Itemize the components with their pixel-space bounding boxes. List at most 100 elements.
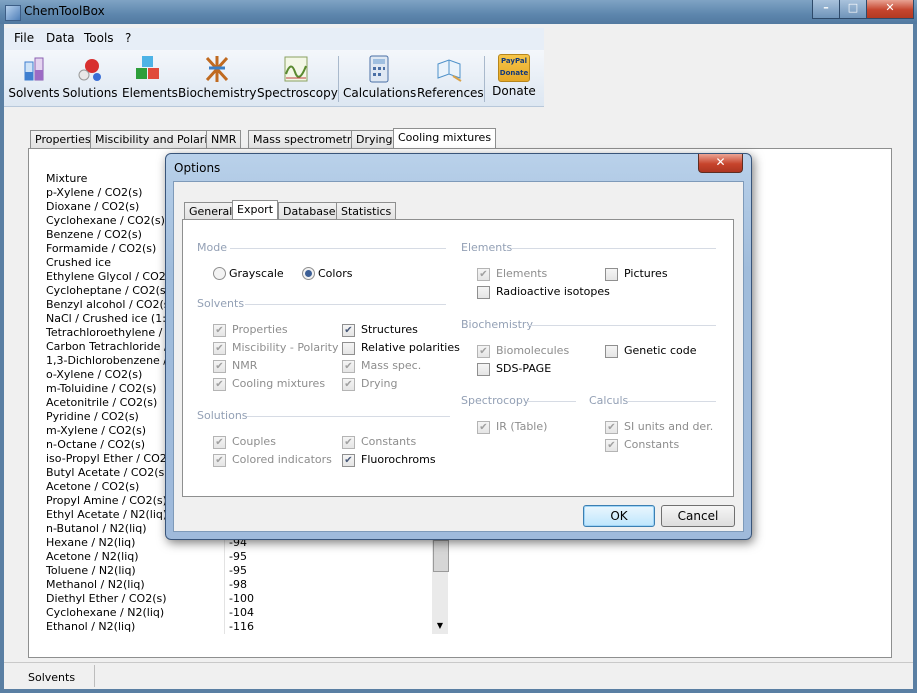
table-row[interactable]: Cyclohexane / CO2(s): [46, 214, 165, 227]
checkbox-elements[interactable]: ✔: [477, 268, 490, 281]
checkbox-structures[interactable]: ✔: [342, 324, 355, 337]
menu-tools[interactable]: Tools: [84, 31, 114, 45]
dialog-tab-export[interactable]: Export: [232, 200, 279, 221]
checkbox-pictures[interactable]: [605, 268, 618, 281]
radio-colors[interactable]: [302, 267, 315, 280]
tab-cooling-mixtures[interactable]: Cooling mixtures: [393, 128, 497, 150]
checkbox-properties[interactable]: ✔: [213, 324, 226, 337]
dialog-tab-general[interactable]: General: [184, 202, 238, 220]
table-row[interactable]: Toluene / N2(liq): [46, 564, 136, 577]
checkbox-constants[interactable]: ✔: [605, 439, 618, 452]
checkbox-mass-spec-[interactable]: ✔: [342, 360, 355, 373]
table-row[interactable]: Acetone / CO2(s): [46, 480, 139, 493]
table-row[interactable]: Propyl Amine / CO2(s): [46, 494, 167, 507]
option-label[interactable]: Constants: [361, 435, 416, 448]
table-row[interactable]: Benzyl alcohol / CO2(s): [46, 298, 174, 311]
toolbar-button-calculations[interactable]: Calculations: [343, 54, 416, 100]
menu-file[interactable]: File: [14, 31, 34, 45]
checkbox-sds-page[interactable]: [477, 363, 490, 376]
option-label[interactable]: Cooling mixtures: [232, 377, 325, 390]
checkbox-ir-table-[interactable]: ✔: [477, 421, 490, 434]
checkbox-si-units-and-der-[interactable]: ✔: [605, 421, 618, 434]
option-label[interactable]: NMR: [232, 359, 257, 372]
checkbox-nmr[interactable]: ✔: [213, 360, 226, 373]
toolbar-button-solutions[interactable]: Solutions: [62, 54, 118, 100]
ok-button[interactable]: OK: [583, 505, 655, 527]
table-row[interactable]: Acetone / N2(liq): [46, 550, 139, 563]
toolbar-button-elements[interactable]: Elements: [122, 54, 178, 100]
tab-drying[interactable]: Drying: [351, 130, 398, 149]
table-row[interactable]: n-Octane / CO2(s): [46, 438, 145, 451]
checkbox-couples[interactable]: ✔: [213, 436, 226, 449]
column-header-mixture[interactable]: Mixture: [46, 172, 87, 185]
checkbox-genetic-code[interactable]: [605, 345, 618, 358]
checkbox-biomolecules[interactable]: ✔: [477, 345, 490, 358]
table-row[interactable]: Carbon Tetrachloride / C: [46, 340, 179, 353]
checkbox-cooling-mixtures[interactable]: ✔: [213, 378, 226, 391]
table-row[interactable]: NaCl / Crushed ice (1:3): [46, 312, 177, 325]
table-row[interactable]: n-Butanol / N2(liq): [46, 522, 146, 535]
table-row[interactable]: Crushed ice: [46, 256, 111, 269]
option-label[interactable]: Radioactive isotopes: [496, 285, 610, 298]
checkbox-miscibility-polarity[interactable]: ✔: [213, 342, 226, 355]
option-label[interactable]: Mass spec.: [361, 359, 421, 372]
radio-grayscale[interactable]: [213, 267, 226, 280]
table-row[interactable]: Formamide / CO2(s): [46, 242, 156, 255]
maximize-button[interactable]: □: [839, 0, 867, 19]
menu-data[interactable]: Data: [46, 31, 75, 45]
option-label[interactable]: Drying: [361, 377, 398, 390]
table-row[interactable]: Pyridine / CO2(s): [46, 410, 139, 423]
option-label[interactable]: Elements: [496, 267, 547, 280]
table-row[interactable]: Benzene / CO2(s): [46, 228, 142, 241]
dialog-tab-statistics[interactable]: Statistics: [336, 202, 397, 220]
checkbox-constants[interactable]: ✔: [342, 436, 355, 449]
checkbox-relative-polarities[interactable]: [342, 342, 355, 355]
option-label[interactable]: Couples: [232, 435, 276, 448]
option-label[interactable]: Fluorochroms: [361, 453, 436, 466]
option-label[interactable]: Genetic code: [624, 344, 696, 357]
toolbar-button-references[interactable]: References: [417, 54, 484, 100]
table-row[interactable]: Dioxane / CO2(s): [46, 200, 139, 213]
table-row[interactable]: Ethyl Acetate / N2(liq): [46, 508, 167, 521]
table-row[interactable]: Ethanol / N2(liq): [46, 620, 135, 633]
table-row[interactable]: Diethyl Ether / CO2(s): [46, 592, 167, 605]
tab-miscibility-and-polarity[interactable]: Miscibility and Polarity: [90, 130, 224, 149]
menu-help[interactable]: ?: [125, 31, 131, 45]
table-row[interactable]: Ethylene Glycol / CO2(s): [46, 270, 180, 283]
option-label[interactable]: Relative polarities: [361, 341, 460, 354]
toolbar-button-biochemistry[interactable]: Biochemistry: [178, 54, 257, 100]
option-label-colors[interactable]: Colors: [318, 267, 352, 280]
toolbar-button-donate[interactable]: PayPal Donate Donate: [492, 54, 536, 98]
table-row[interactable]: Cycloheptane / CO2(s): [46, 284, 170, 297]
checkbox-drying[interactable]: ✔: [342, 378, 355, 391]
table-row[interactable]: iso-Propyl Ether / CO2(s): [46, 452, 181, 465]
table-row[interactable]: m-Xylene / CO2(s): [46, 424, 146, 437]
dialog-close-button[interactable]: ✕: [698, 154, 743, 173]
cancel-button[interactable]: Cancel: [661, 505, 735, 527]
option-label[interactable]: Colored indicators: [232, 453, 332, 466]
option-label[interactable]: Properties: [232, 323, 288, 336]
option-label[interactable]: SI units and der.: [624, 420, 713, 433]
option-label[interactable]: Miscibility - Polarity: [232, 341, 339, 354]
toolbar-button-spectroscopy[interactable]: Spectroscopy: [257, 54, 338, 100]
option-label[interactable]: Biomolecules: [496, 344, 569, 357]
table-row[interactable]: Butyl Acetate / CO2(s): [46, 466, 169, 479]
table-row[interactable]: o-Xylene / CO2(s): [46, 368, 142, 381]
option-label[interactable]: SDS-PAGE: [496, 362, 551, 375]
table-row[interactable]: Cyclohexane / N2(liq): [46, 606, 164, 619]
tab-mass-spectrometry[interactable]: Mass spectrometry: [248, 130, 363, 149]
table-row[interactable]: p-Xylene / CO2(s): [46, 186, 142, 199]
option-label[interactable]: IR (Table): [496, 420, 547, 433]
option-label-grayscale[interactable]: Grayscale: [229, 267, 284, 280]
checkbox-radioactive-isotopes[interactable]: [477, 286, 490, 299]
table-row[interactable]: m-Toluidine / CO2(s): [46, 382, 156, 395]
option-label[interactable]: Structures: [361, 323, 418, 336]
tab-properties[interactable]: Properties: [30, 130, 96, 149]
table-row[interactable]: Methanol / N2(liq): [46, 578, 145, 591]
tab-nmr[interactable]: NMR: [206, 130, 242, 149]
table-row[interactable]: 1,3-Dichlorobenzene / C: [46, 354, 178, 367]
toolbar-button-solvents[interactable]: Solvents: [8, 54, 60, 100]
table-row[interactable]: Tetrachloroethylene / CO: [46, 326, 182, 339]
dialog-tab-database[interactable]: Database: [278, 202, 341, 220]
scroll-down-icon[interactable]: ▼: [432, 619, 448, 633]
